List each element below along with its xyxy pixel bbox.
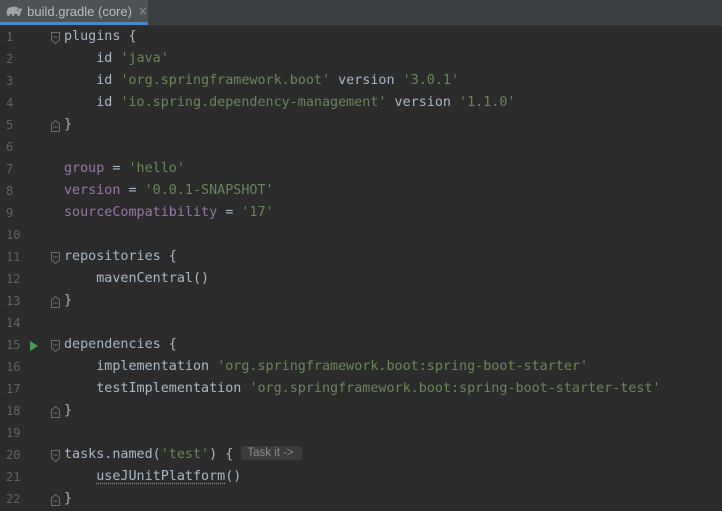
line-number: 11	[6, 250, 21, 264]
code-text: testImplementation 'org.springframework.…	[64, 381, 661, 396]
fold-end-icon[interactable]	[51, 119, 60, 132]
code-text: tasks.named('test') {Task it ->	[64, 444, 302, 466]
code-line: 13 }	[0, 290, 722, 312]
line-number: 7	[6, 162, 14, 176]
code-line: 19	[0, 422, 722, 444]
code-line: 20 tasks.named('test') {Task it ->	[0, 444, 722, 466]
code-line: 18 }	[0, 400, 722, 422]
code-text: group = 'hello'	[64, 161, 185, 176]
code-line: 16 implementation 'org.springframework.b…	[0, 356, 722, 378]
code-text: id 'java'	[64, 51, 169, 66]
code-line: 7 group = 'hello'	[0, 158, 722, 180]
code-text: }	[64, 491, 73, 506]
code-text: dependencies {	[64, 337, 177, 352]
line-number: 2	[6, 52, 14, 66]
line-number: 12	[6, 272, 21, 286]
code-line: 4 id 'io.spring.dependency-management' v…	[0, 92, 722, 114]
fold-end-icon[interactable]	[51, 405, 60, 418]
line-number: 20	[6, 448, 21, 462]
code-text: id 'io.spring.dependency-management' ver…	[64, 95, 516, 110]
code-editor[interactable]: 1 plugins { 2 id 'java' 3 id 'org.spring…	[0, 26, 722, 510]
line-number: 13	[6, 294, 21, 308]
code-text: version = '0.0.1-SNAPSHOT'	[64, 183, 274, 198]
line-number: 5	[6, 118, 14, 132]
line-number: 17	[6, 382, 21, 396]
code-line: 3 id 'org.springframework.boot' version …	[0, 70, 722, 92]
code-line: 22 }	[0, 488, 722, 510]
line-number: 18	[6, 404, 21, 418]
line-number: 21	[6, 470, 21, 484]
line-number: 16	[6, 360, 21, 374]
close-icon[interactable]: ×	[138, 4, 148, 18]
line-number: 10	[6, 228, 21, 242]
gradle-elephant-icon	[3, 0, 24, 24]
line-number: 19	[6, 426, 21, 440]
code-text: mavenCentral()	[64, 271, 210, 286]
code-line: 5 }	[0, 114, 722, 136]
code-line: 6	[0, 136, 722, 158]
line-number: 8	[6, 184, 14, 198]
code-text: sourceCompatibility = '17'	[64, 205, 274, 220]
editor-tab-bar: build.gradle (core) ×	[0, 0, 722, 26]
line-number: 4	[6, 96, 14, 110]
code-text: useJUnitPlatform()	[96, 469, 242, 484]
code-line: 9 sourceCompatibility = '17'	[0, 202, 722, 224]
fold-end-icon[interactable]	[51, 493, 60, 506]
code-text: implementation 'org.springframework.boot…	[64, 359, 589, 374]
code-line: 1 plugins {	[0, 26, 722, 48]
code-text: repositories {	[64, 249, 177, 264]
fold-open-icon[interactable]	[51, 31, 60, 45]
code-line: 21 useJUnitPlatform()	[0, 466, 722, 488]
code-text: id 'org.springframework.boot' version '3…	[64, 73, 460, 88]
line-number: 6	[6, 140, 14, 154]
line-number: 14	[6, 316, 21, 330]
fold-end-icon[interactable]	[51, 295, 60, 308]
code-line: 10	[0, 224, 722, 246]
code-line: 14	[0, 312, 722, 334]
line-number: 22	[6, 492, 21, 506]
tab-title: build.gradle (core)	[27, 3, 132, 19]
code-text: }	[64, 403, 73, 418]
code-text: }	[64, 117, 73, 132]
code-line: 17 testImplementation 'org.springframewo…	[0, 378, 722, 400]
code-text: }	[64, 293, 73, 308]
code-line: 8 version = '0.0.1-SNAPSHOT'	[0, 180, 722, 202]
tab-build-gradle[interactable]: build.gradle (core) ×	[0, 0, 148, 25]
line-number: 9	[6, 206, 14, 220]
code-line: 11 repositories {	[0, 246, 722, 268]
code-text: plugins {	[64, 29, 137, 44]
fold-open-icon[interactable]	[51, 449, 60, 463]
fold-open-icon[interactable]	[51, 339, 60, 353]
line-number: 3	[6, 74, 14, 88]
inlay-hint-task[interactable]: Task it ->	[241, 446, 302, 460]
code-line: 12 mavenCentral()	[0, 268, 722, 290]
code-line: 15 dependencies {	[0, 334, 722, 356]
line-number: 1	[6, 30, 14, 44]
code-line: 2 id 'java'	[0, 48, 722, 70]
run-icon[interactable]	[29, 339, 39, 351]
fold-open-icon[interactable]	[51, 251, 60, 265]
